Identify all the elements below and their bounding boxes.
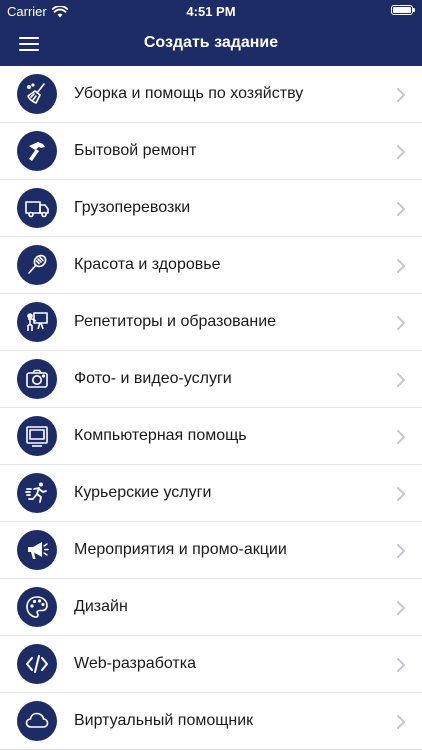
hammer-icon <box>29 142 45 161</box>
category-icon-circle <box>17 131 57 171</box>
category-icon-circle <box>17 416 57 456</box>
top-bar: Carrier 4:51 PM Создать задание <box>0 0 422 66</box>
category-row-design[interactable]: Дизайн <box>0 579 422 636</box>
category-label: Мероприятия и промо-акции <box>74 541 287 558</box>
category-icon-circle <box>17 701 57 741</box>
category-label: Фото- и видео-услуги <box>74 370 232 387</box>
category-row-tutors[interactable]: Репетиторы и образование <box>0 294 422 351</box>
category-icon-circle <box>17 473 57 513</box>
chevron-right-icon <box>397 487 405 501</box>
category-list: Уборка и помощь по хозяйству Бытовой рем… <box>0 66 422 750</box>
chevron-right-icon <box>397 544 405 558</box>
category-label: Грузоперевозки <box>74 199 191 216</box>
category-icon-circle <box>17 188 57 228</box>
category-icon-circle <box>17 245 57 285</box>
category-row-photo[interactable]: Фото- и видео-услуги <box>0 351 422 408</box>
status-bar: Carrier 4:51 PM <box>0 0 422 22</box>
teacher-board-icon <box>27 312 48 331</box>
category-icon-circle <box>17 302 57 342</box>
chevron-right-icon <box>397 202 405 216</box>
category-label: Курьерские услуги <box>74 484 212 501</box>
category-icon-circle <box>17 587 57 627</box>
category-row-virtual-assistant[interactable]: Виртуальный помощник <box>0 693 422 750</box>
running-courier-icon <box>25 482 47 503</box>
menu-button[interactable] <box>14 30 44 58</box>
category-label: Web-разработка <box>74 655 196 672</box>
chevron-right-icon <box>397 88 405 102</box>
category-row-beauty[interactable]: Красота и здоровье <box>0 237 422 294</box>
category-icon-circle <box>17 530 57 570</box>
chevron-right-icon <box>397 658 405 672</box>
monitor-icon <box>26 426 48 447</box>
category-label: Красота и здоровье <box>74 256 221 273</box>
hairbrush-icon <box>28 254 47 274</box>
chevron-right-icon <box>397 316 405 330</box>
category-icon-circle <box>17 359 57 399</box>
category-label: Бытовой ремонт <box>74 142 197 159</box>
navigation-bar: Создать задание <box>0 22 422 66</box>
category-row-repair[interactable]: Бытовой ремонт <box>0 123 422 180</box>
battery-icon <box>391 5 415 15</box>
category-icon-circle <box>17 74 57 114</box>
truck-icon <box>25 201 49 218</box>
chevron-right-icon <box>397 601 405 615</box>
category-row-courier[interactable]: Курьерские услуги <box>0 465 422 522</box>
category-icon-circle <box>17 644 57 684</box>
category-row-cleaning[interactable]: Уборка и помощь по хозяйству <box>0 66 422 123</box>
camera-icon <box>26 369 48 388</box>
chevron-right-icon <box>397 145 405 159</box>
status-time: 4:51 PM <box>186 4 236 19</box>
code-brackets-icon <box>26 655 48 673</box>
category-row-cargo[interactable]: Грузоперевозки <box>0 180 422 237</box>
category-label: Виртуальный помощник <box>74 712 254 729</box>
broom-icon <box>26 83 45 104</box>
megaphone-icon <box>28 542 49 559</box>
chevron-right-icon <box>397 430 405 444</box>
category-label: Репетиторы и образование <box>74 313 277 330</box>
category-label: Уборка и помощь по хозяйству <box>74 85 304 102</box>
category-row-web[interactable]: Web-разработка <box>0 636 422 693</box>
chevron-right-icon <box>397 373 405 387</box>
palette-icon <box>26 596 48 618</box>
hamburger-menu-icon <box>19 37 39 51</box>
chevron-right-icon <box>397 715 405 729</box>
category-row-events[interactable]: Мероприятия и промо-акции <box>0 522 422 579</box>
chevron-right-icon <box>397 259 405 273</box>
category-label: Дизайн <box>74 598 128 615</box>
category-row-computer[interactable]: Компьютерная помощь <box>0 408 422 465</box>
cloud-icon <box>25 712 49 728</box>
battery-level <box>393 7 411 13</box>
screen: Carrier 4:51 PM Создать задание Уборка и… <box>0 0 422 750</box>
page-title: Создать задание <box>143 34 279 51</box>
category-label: Компьютерная помощь <box>74 427 247 444</box>
